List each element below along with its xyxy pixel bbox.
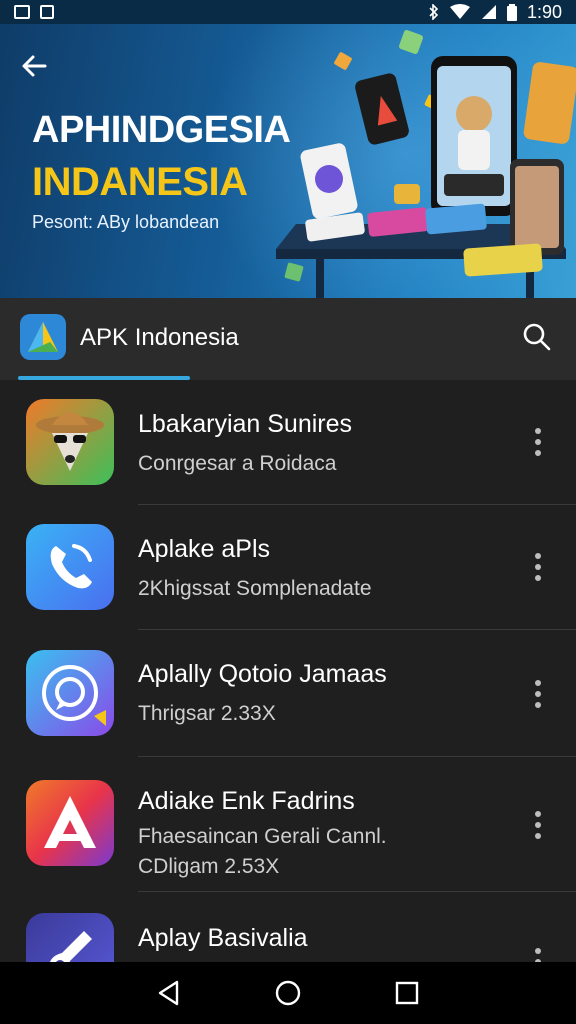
app-title: Aplake aPls [138,535,271,563]
phone-call-app-icon [26,524,114,610]
status-bar: 1:90 [0,0,576,24]
list-item[interactable]: Aplake aPls 2Khigssat Somplenadate [0,505,576,630]
signal-icon [481,5,496,19]
hero-title-line1: APHINDGESIA [32,109,291,151]
more-vert-icon [535,553,541,559]
hero-illustration [276,30,576,298]
status-time: 1:90 [526,1,562,22]
screenshot-icon [14,5,30,19]
more-vert-icon [535,948,541,954]
list-item[interactable]: Adiake Enk Fadrins Fhaesaincan Gerali Ca… [0,757,576,892]
more-vert-icon [535,428,541,434]
bluetooth-icon [429,4,439,20]
more-options-button[interactable] [526,674,550,714]
more-options-button[interactable] [526,422,550,462]
guitar-app-icon [26,913,114,962]
more-options-button[interactable] [526,805,550,845]
search-icon [523,323,551,351]
app-title: Lbakaryian Sunires [138,410,353,438]
recents-square-icon [395,981,418,1005]
app-subtitle: Fhaesaincan Gerali Cannl. [138,825,387,848]
arrow-left-icon [22,55,47,77]
nav-home-button[interactable] [273,978,303,1008]
more-options-button[interactable] [526,547,550,587]
app-list: Lbakaryian Sunires Conrgesar a Roidaca A… [0,380,576,962]
app-title: APK Indonesia [80,324,239,351]
wifi-icon [449,4,470,19]
list-item[interactable]: Lbakaryian Sunires Conrgesar a Roidaca [0,380,576,505]
hero-banner: APHINDGESIA INDANESIA Pesont: ABy loband… [0,24,576,298]
nav-back-button[interactable] [154,978,184,1008]
nav-recents-button[interactable] [392,978,422,1008]
more-options-button[interactable] [526,942,550,962]
app-subtitle: Thrigsar 2.33X [138,702,276,725]
app-bar: APK Indonesia [0,298,576,380]
app-subtitle-secondary: CDligam 2.53X [138,855,280,878]
notification-icon [40,5,54,19]
app-subtitle: Conrgesar a Roidaca [138,452,337,475]
back-button[interactable] [14,48,54,84]
chat-bubble-app-icon [26,650,114,736]
hero-subtitle: Pesont: ABy lobandean [32,212,220,232]
more-vert-icon [535,680,541,686]
app-title: Aplay Basivalia [138,924,308,952]
back-triangle-icon [159,980,179,1006]
list-item[interactable]: Aplally Qotoio Jamaas Thrigsar 2.33X [0,630,576,757]
fox-cowboy-app-icon [26,399,114,485]
list-item[interactable]: Aplay Basivalia [0,892,576,962]
app-title: Adiake Enk Fadrins [138,787,355,815]
more-vert-icon [535,811,541,817]
apk-indonesia-logo-icon [20,314,66,360]
hero-title-line2: INDANESIA [32,160,248,204]
system-nav-bar [0,962,576,1024]
battery-icon [506,3,517,21]
letter-a-app-icon [26,780,114,866]
home-circle-icon [275,980,301,1006]
search-button[interactable] [520,320,554,354]
app-title: Aplally Qotoio Jamaas [138,660,387,688]
app-subtitle: 2Khigssat Somplenadate [138,577,372,600]
